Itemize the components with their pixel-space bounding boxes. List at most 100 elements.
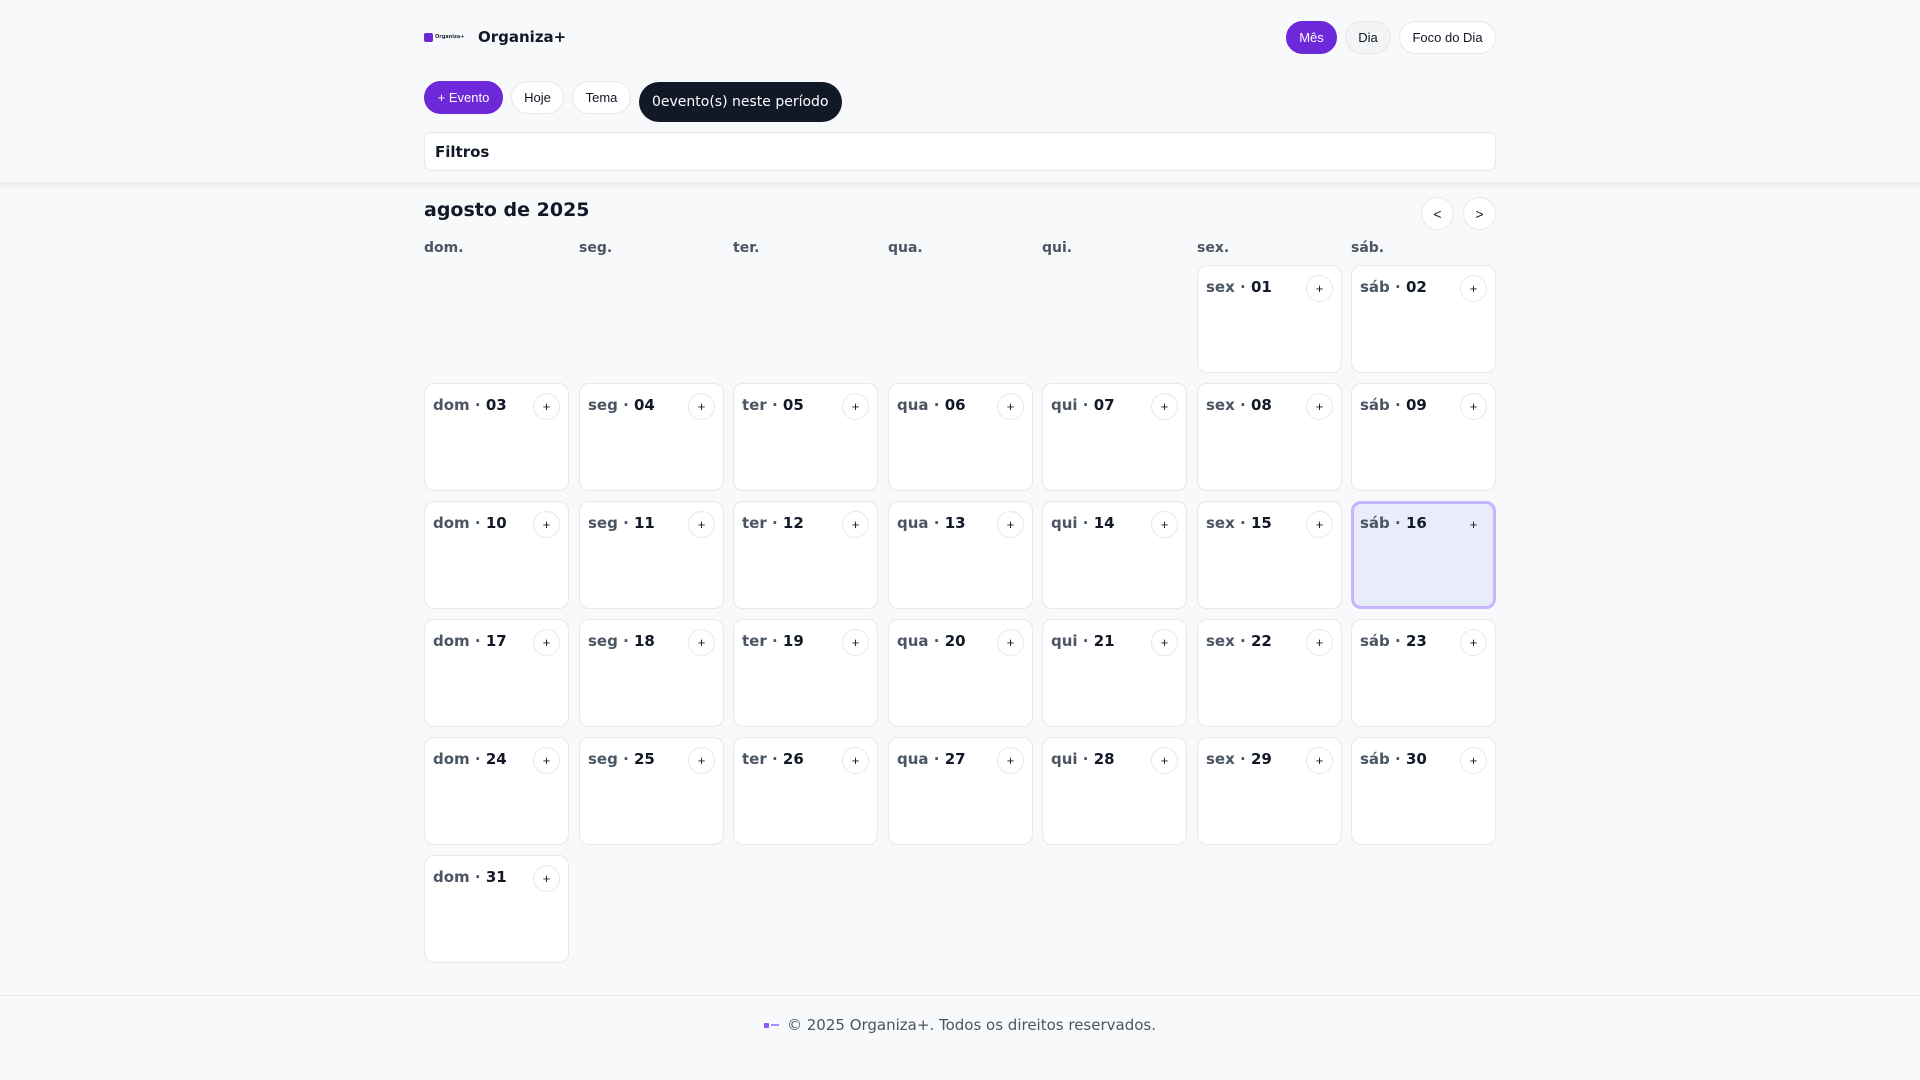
calendar-day-cell[interactable]: qui · 14 + [1042, 501, 1187, 609]
add-event-to-day-button[interactable]: + [1460, 747, 1487, 774]
add-event-to-day-button[interactable]: + [533, 511, 560, 538]
calendar-day-cell[interactable]: qui · 21 + [1042, 619, 1187, 727]
calendar-day-cell[interactable]: dom · 10 + [424, 501, 569, 609]
calendar-day-cell[interactable]: sex · 01 + [1197, 265, 1342, 373]
day-number: 25 [634, 750, 655, 768]
calendar-day-cell[interactable]: qua · 27 + [888, 737, 1033, 845]
calendar-day-cell[interactable]: sáb · 30 + [1351, 737, 1496, 845]
day-weekday: qua [897, 632, 929, 650]
calendar-day-cell[interactable]: sex · 08 + [1197, 383, 1342, 491]
day-label: qua · 06 [897, 396, 966, 414]
add-event-to-day-button[interactable]: + [842, 511, 869, 538]
day-weekday: qui [1051, 396, 1078, 414]
day-separator: · [1077, 396, 1094, 414]
calendar-day-cell[interactable]: qui · 07 + [1042, 383, 1187, 491]
day-number: 28 [1093, 750, 1115, 768]
add-event-to-day-button[interactable]: + [1460, 275, 1487, 302]
calendar-day-cell[interactable]: seg · 04 + [579, 383, 724, 491]
calendar-day-cell[interactable]: qua · 06 + [888, 383, 1033, 491]
calendar-day-cell[interactable]: ter · 12 + [733, 501, 878, 609]
add-event-to-day-button[interactable]: + [1306, 275, 1333, 302]
add-event-button[interactable]: + Evento [424, 81, 503, 114]
calendar-day-cell[interactable]: qui · 28 + [1042, 737, 1187, 845]
add-event-to-day-button[interactable]: + [842, 393, 869, 420]
calendar-day-cell[interactable]: sáb · 09 + [1351, 383, 1496, 491]
add-event-to-day-button[interactable]: + [1151, 629, 1178, 656]
calendar-day-cell[interactable]: sex · 22 + [1197, 619, 1342, 727]
filters-panel-toggle[interactable]: Filtros [424, 132, 1496, 171]
calendar-day-cell[interactable]: dom · 31 + [424, 855, 569, 963]
add-event-to-day-button[interactable]: + [997, 629, 1024, 656]
calendar-day-cell[interactable]: qua · 13 + [888, 501, 1033, 609]
add-event-to-day-button[interactable]: + [997, 747, 1024, 774]
previous-month-button[interactable]: < [1421, 197, 1454, 230]
day-label: sex · 01 [1206, 278, 1272, 296]
add-event-to-day-button[interactable]: + [1151, 747, 1178, 774]
view-month-button[interactable]: Mês [1286, 21, 1337, 54]
day-weekday: sáb [1360, 750, 1390, 768]
calendar-day-cell[interactable]: ter · 05 + [733, 383, 878, 491]
add-event-to-day-button[interactable]: + [688, 747, 715, 774]
day-weekday: seg [588, 750, 618, 768]
logo-mark-icon [424, 32, 433, 42]
calendar-day-cell[interactable]: dom · 03 + [424, 383, 569, 491]
day-label: qua · 27 [897, 750, 966, 768]
calendar-day-cell[interactable]: sáb · 23 + [1351, 619, 1496, 727]
calendar-day-cell[interactable]: seg · 11 + [579, 501, 724, 609]
add-event-to-day-button[interactable]: + [842, 629, 869, 656]
day-weekday: ter [742, 750, 767, 768]
theme-button[interactable]: Tema [572, 81, 631, 114]
add-event-to-day-button[interactable]: + [1151, 393, 1178, 420]
calendar-grid: sex · 01 + sáb · 02 + dom · 03 + seg · 04 + ter … [424, 265, 1496, 965]
next-month-button[interactable]: > [1463, 197, 1496, 230]
day-number: 21 [1093, 632, 1115, 650]
calendar-day-cell[interactable]: dom · 17 + [424, 619, 569, 727]
add-event-to-day-button[interactable]: + [1460, 629, 1487, 656]
day-separator: · [1077, 514, 1094, 532]
add-event-to-day-button[interactable]: + [688, 511, 715, 538]
add-event-to-day-button[interactable]: + [1306, 511, 1333, 538]
add-event-to-day-button[interactable]: + [1460, 393, 1487, 420]
day-separator: · [766, 514, 783, 532]
calendar-day-cell[interactable]: seg · 25 + [579, 737, 724, 845]
add-event-to-day-button[interactable]: + [533, 865, 560, 892]
day-number: 02 [1405, 278, 1427, 296]
add-event-to-day-button[interactable]: + [997, 511, 1024, 538]
day-number: 24 [485, 750, 507, 768]
today-button[interactable]: Hoje [511, 81, 564, 114]
weekday-label: ter. [733, 240, 760, 256]
day-weekday: ter [742, 396, 767, 414]
day-label: dom · 31 [433, 868, 507, 886]
day-label: sáb · 23 [1360, 632, 1427, 650]
calendar-day-cell[interactable]: sáb · 02 + [1351, 265, 1496, 373]
add-event-to-day-button[interactable]: + [533, 629, 560, 656]
add-event-to-day-button[interactable]: + [1306, 629, 1333, 656]
calendar-day-cell[interactable]: qua · 20 + [888, 619, 1033, 727]
calendar-day-cell[interactable]: seg · 18 + [579, 619, 724, 727]
add-event-to-day-button[interactable]: + [1151, 511, 1178, 538]
calendar-day-cell[interactable]: sex · 29 + [1197, 737, 1342, 845]
weekday-label: dom. [424, 240, 464, 256]
add-event-to-day-button[interactable]: + [688, 393, 715, 420]
add-event-to-day-button[interactable]: + [1306, 747, 1333, 774]
calendar-day-cell[interactable]: ter · 26 + [733, 737, 878, 845]
add-event-to-day-button[interactable]: + [1306, 393, 1333, 420]
add-event-to-day-button[interactable]: + [688, 629, 715, 656]
add-event-to-day-button[interactable]: + [1460, 511, 1487, 538]
add-event-to-day-button[interactable]: + [997, 393, 1024, 420]
add-event-to-day-button[interactable]: + [842, 747, 869, 774]
calendar-day-cell[interactable]: sex · 15 + [1197, 501, 1342, 609]
add-event-to-day-button[interactable]: + [533, 393, 560, 420]
view-focus-button[interactable]: Foco do Dia [1399, 21, 1496, 54]
weekday-label: sáb. [1351, 240, 1385, 256]
day-separator: · [1234, 632, 1251, 650]
calendar-day-cell[interactable]: dom · 24 + [424, 737, 569, 845]
add-event-to-day-button[interactable]: + [533, 747, 560, 774]
calendar-day-cell-today[interactable]: sáb · 16 + [1351, 501, 1496, 609]
calendar-day-cell[interactable]: ter · 19 + [733, 619, 878, 727]
day-label: ter · 05 [742, 396, 804, 414]
day-label: ter · 12 [742, 514, 804, 532]
brand[interactable]: Organiza+ Organiza+ [424, 24, 566, 50]
day-number: 12 [782, 514, 804, 532]
view-day-button[interactable]: Dia [1345, 21, 1391, 54]
